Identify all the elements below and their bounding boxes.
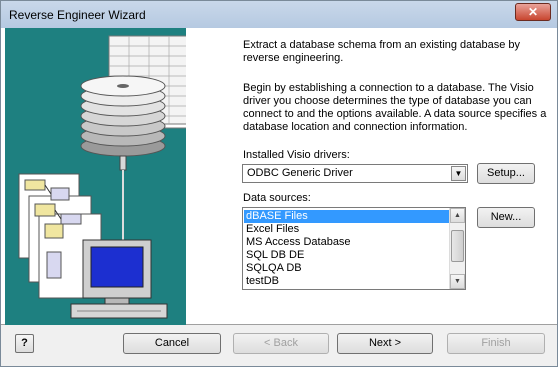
help-icon: ? xyxy=(21,337,28,349)
list-item[interactable]: SQLQA DB xyxy=(244,262,449,275)
description-text: Begin by establishing a connection to a … xyxy=(243,82,547,133)
data-sources-list[interactable]: dBASE Files Excel Files MS Access Databa… xyxy=(242,207,466,290)
close-button[interactable]: ✕ xyxy=(515,3,551,21)
close-icon: ✕ xyxy=(527,5,539,19)
database-network-illustration xyxy=(18,35,186,319)
list-item[interactable]: testDB xyxy=(244,275,449,288)
chevron-down-icon[interactable]: ▼ xyxy=(451,166,466,181)
window-title: Reverse Engineer Wizard xyxy=(9,8,146,22)
wizard-window: Reverse Engineer Wizard ✕ Extract a data… xyxy=(0,0,558,367)
wizard-footer: ? Cancel < Back Next > Finish xyxy=(1,326,557,366)
list-item[interactable]: dBASE Files xyxy=(244,210,449,223)
scroll-down-icon[interactable]: ▼ xyxy=(450,274,465,289)
list-item[interactable]: Excel Files xyxy=(244,223,449,236)
list-item[interactable]: SQL DB DE xyxy=(244,249,449,262)
next-button[interactable]: Next > xyxy=(337,333,433,354)
intro-text: Extract a database schema from an existi… xyxy=(243,39,520,64)
database-disk-stack xyxy=(80,75,166,157)
scrollbar-thumb[interactable] xyxy=(451,230,464,262)
setup-button[interactable]: Setup... xyxy=(477,163,535,184)
list-item[interactable]: MS Access Database xyxy=(244,236,449,249)
vertical-scrollbar[interactable]: ▲ ▼ xyxy=(449,208,465,289)
drivers-dropdown[interactable]: ODBC Generic Driver ▼ xyxy=(242,164,468,183)
cancel-button[interactable]: Cancel xyxy=(123,333,221,354)
computer-illustration xyxy=(70,239,168,319)
cable-connector xyxy=(119,155,127,171)
finish-button[interactable]: Finish xyxy=(447,333,545,354)
wizard-content: Extract a database schema from an existi… xyxy=(1,28,557,325)
scroll-up-icon[interactable]: ▲ xyxy=(450,208,465,223)
drivers-label: Installed Visio drivers: xyxy=(243,149,350,161)
new-data-source-button[interactable]: New... xyxy=(477,207,535,228)
wizard-illustration-panel xyxy=(5,28,186,325)
drivers-dropdown-value: ODBC Generic Driver xyxy=(247,167,353,179)
title-bar[interactable]: Reverse Engineer Wizard ✕ xyxy=(1,1,557,28)
back-button[interactable]: < Back xyxy=(233,333,329,354)
help-button[interactable]: ? xyxy=(15,334,34,353)
data-sources-label: Data sources: xyxy=(243,192,311,204)
